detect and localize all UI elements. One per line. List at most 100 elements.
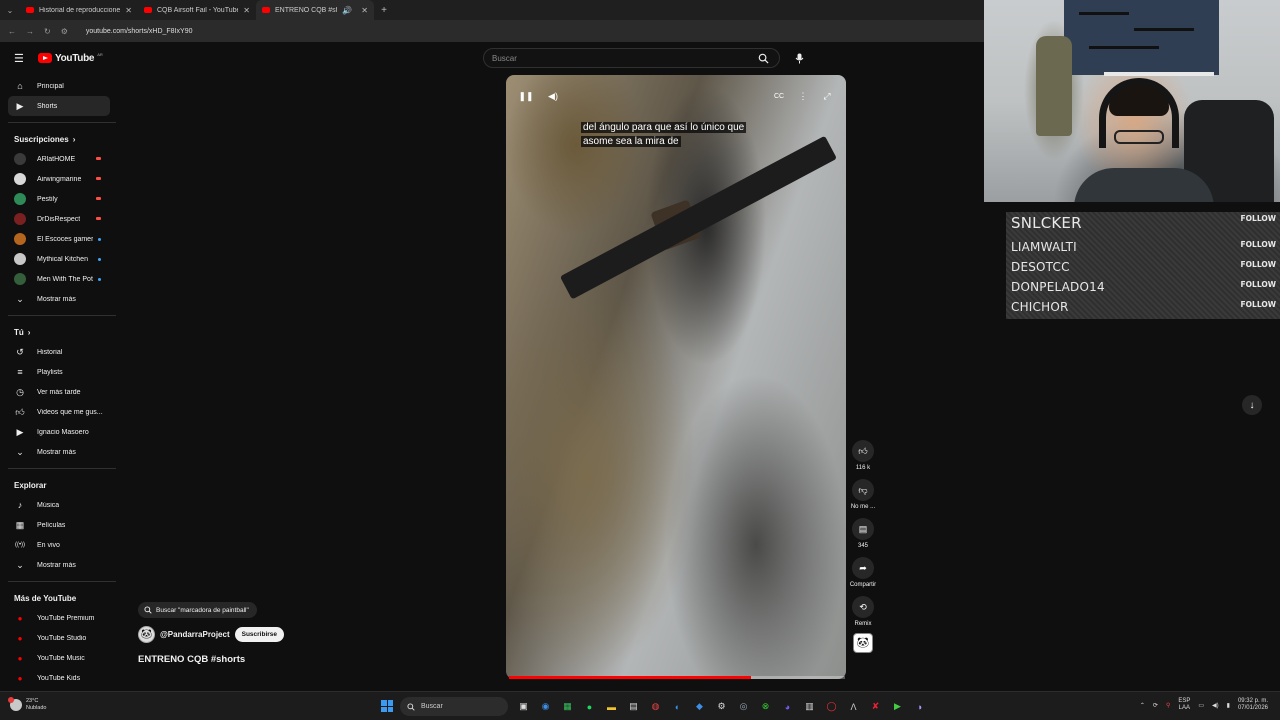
search-input[interactable]: Buscar [483, 48, 780, 68]
sidebar-item-subscription[interactable]: ARlatHOME [0, 149, 110, 169]
game-icon[interactable]: Λ [844, 697, 863, 716]
sidebar-item-you[interactable]: ▶ Ignacio Masoero [0, 422, 110, 442]
media-icon[interactable]: ◑ [910, 697, 929, 716]
sidebar-item-subscription[interactable]: Pestily [0, 189, 110, 209]
sidebar-show-more-you[interactable]: ⌄ Mostrar más [0, 442, 110, 462]
play-icon[interactable]: ▶ [888, 697, 907, 716]
phone-link-icon[interactable]: ▦ [558, 697, 577, 716]
sidebar-item-explore[interactable]: ((•)) En vivo [0, 535, 110, 555]
video-progress-bar[interactable] [509, 676, 845, 679]
sidebar-item-you[interactable]: ≡ Playlists [0, 362, 110, 382]
language-indicator[interactable]: ESP LAA [1178, 698, 1190, 712]
dislike-action[interactable]: 👎︎ No me ... [851, 479, 875, 510]
fullscreen-icon[interactable]: ⤢ [818, 87, 836, 105]
channel-name[interactable]: @PandarraProject [160, 630, 230, 639]
remix-icon[interactable]: ⟲ [852, 596, 874, 618]
sidebar-item-explore[interactable]: ♪ Música [0, 495, 110, 515]
xbox-icon[interactable]: ⊗ [756, 697, 775, 716]
location-icon[interactable]: ⚲ [1166, 702, 1170, 709]
sidebar-heading-you[interactable]: Tú › [0, 322, 120, 342]
browser-tab-active[interactable]: ENTRENO CQB #shorts - Yo 🔊 ✕ [256, 0, 374, 20]
captions-icon[interactable]: CC [770, 87, 788, 105]
channel-avatar[interactable]: 🐼︎ [138, 626, 155, 643]
sound-avatar-icon[interactable]: 🐼︎ [853, 633, 873, 653]
search-suggestion-chip[interactable]: Buscar "marcadora de paintball" [138, 602, 257, 618]
taskbar-search[interactable]: Buscar [400, 697, 508, 716]
pause-icon[interactable]: ❚❚ [517, 87, 535, 105]
clock[interactable]: 09:32 p. m. 07/01/2026 [1238, 698, 1268, 712]
browser-tab[interactable]: CQB Airsoft Fail - YouTube ✕ [138, 0, 256, 20]
edge-icon[interactable]: ◉ [536, 697, 555, 716]
volume-tray-icon[interactable]: ◀) [1212, 702, 1219, 709]
comments-action[interactable]: ▤ 345 [852, 518, 874, 549]
tab-list-icon[interactable]: ⌄ [0, 6, 20, 15]
settings-icon[interactable]: ⚙ [712, 697, 731, 716]
spotify-icon[interactable]: ● [580, 697, 599, 716]
store-icon[interactable]: ▤ [624, 697, 643, 716]
follow-button[interactable]: FOLLOW [1241, 300, 1276, 309]
like-action[interactable]: 👍︎ 116 k [852, 440, 874, 471]
follow-button[interactable]: FOLLOW [1241, 240, 1276, 249]
comment-icon[interactable]: ▤ [852, 518, 874, 540]
sidebar-item-more-youtube[interactable]: ● YouTube Music [0, 648, 110, 668]
more-options-icon[interactable]: ⋮ [794, 87, 812, 105]
back-icon[interactable]: ← [8, 27, 16, 36]
follow-button[interactable]: FOLLOW [1241, 280, 1276, 289]
share-action[interactable]: ➦ Compartir [850, 557, 876, 588]
sidebar-item-more-youtube[interactable]: ● YouTube Studio [0, 628, 110, 648]
sidebar-item-subscription[interactable]: DrDisRespect [0, 209, 110, 229]
sidebar-item-subscription[interactable]: El Escoces gamer [0, 229, 110, 249]
reload-icon[interactable]: ↻ [44, 27, 51, 36]
riot-icon[interactable]: ✘ [866, 697, 885, 716]
browser-tab[interactable]: Historial de reproducciones - Yo ✕ [20, 0, 138, 20]
app-icon[interactable]: ◆ [690, 697, 709, 716]
sync-icon[interactable]: ⟳ [1153, 702, 1158, 709]
recording-icon[interactable]: ◯ [822, 697, 841, 716]
close-tab-icon[interactable]: ✕ [125, 6, 132, 15]
sidebar-item-subscription[interactable]: Mythical Kitchen [0, 249, 110, 269]
follow-button[interactable]: FOLLOW [1241, 260, 1276, 269]
network-icon[interactable]: ▭ [1198, 702, 1204, 709]
sidebar-show-more-explore[interactable]: ⌄ Mostrar más [0, 555, 110, 575]
sidebar-item-more-youtube[interactable]: ● YouTube Premium [0, 608, 110, 628]
sidebar-item-more-youtube[interactable]: ● YouTube Kids [0, 668, 110, 688]
sidebar-show-more-subs[interactable]: ⌄ Mostrar más [0, 289, 110, 309]
weather-widget[interactable]: 23°C Nublado [8, 697, 47, 712]
like-icon[interactable]: 👍︎ [852, 440, 874, 462]
close-tab-icon[interactable]: ✕ [361, 6, 368, 15]
browser-icon[interactable]: ◐ [668, 697, 687, 716]
windows-start-icon[interactable] [381, 700, 393, 712]
volume-icon[interactable]: ◀) [544, 87, 562, 105]
menu-icon[interactable]: ☰ [14, 52, 32, 65]
subscribe-button[interactable]: Suscribirse [234, 627, 285, 642]
chevron-up-icon[interactable]: ⌃ [1140, 702, 1145, 709]
sidebar-heading-subscriptions[interactable]: Suscripciones › [0, 129, 120, 149]
close-tab-icon[interactable]: ✕ [243, 6, 250, 15]
share-icon[interactable]: ➦ [852, 557, 874, 579]
file-explorer-icon[interactable]: ▬ [602, 697, 621, 716]
discord-icon[interactable]: ◕ [778, 697, 797, 716]
chrome-icon[interactable]: ◍ [646, 697, 665, 716]
site-info-icon[interactable]: ⚙ [61, 27, 68, 36]
new-tab-button[interactable]: + [374, 5, 394, 16]
forward-icon[interactable]: → [26, 27, 34, 36]
battery-icon[interactable]: ▮ [1227, 702, 1230, 709]
youtube-logo[interactable]: YouTube AR [38, 52, 103, 64]
sidebar-item-you[interactable]: ↺ Historial [0, 342, 110, 362]
dislike-icon[interactable]: 👎︎ [852, 479, 874, 501]
url-field[interactable]: youtube.com/shorts/xHD_F8IxY90 [86, 28, 193, 35]
short-video-player[interactable]: ❚❚ ◀) CC ⋮ ⤢ del ángulo para que así lo … [506, 75, 846, 679]
sidebar-item-subscription[interactable]: Airwingmarine [0, 169, 110, 189]
capture-icon[interactable]: ▥ [800, 697, 819, 716]
search-button[interactable] [747, 48, 779, 68]
sidebar-item-you[interactable]: ◷ Ver más tarde [0, 382, 110, 402]
sidebar-item-shorts[interactable]: ▶ Shorts [8, 96, 110, 116]
sidebar-item-subscription[interactable]: Men With The Pot [0, 269, 110, 289]
follow-button[interactable]: FOLLOW [1241, 214, 1276, 223]
sidebar-item-explore[interactable]: ▦ Películas [0, 515, 110, 535]
arrow-down-icon[interactable]: ↓ [1242, 395, 1262, 415]
speaker-icon[interactable]: 🔊 [342, 6, 352, 15]
sidebar-item-you[interactable]: 👍︎ Videos que me gus... [0, 402, 110, 422]
task-view-icon[interactable]: ▣ [514, 697, 533, 716]
remix-action[interactable]: ⟲ Remix [852, 596, 874, 627]
